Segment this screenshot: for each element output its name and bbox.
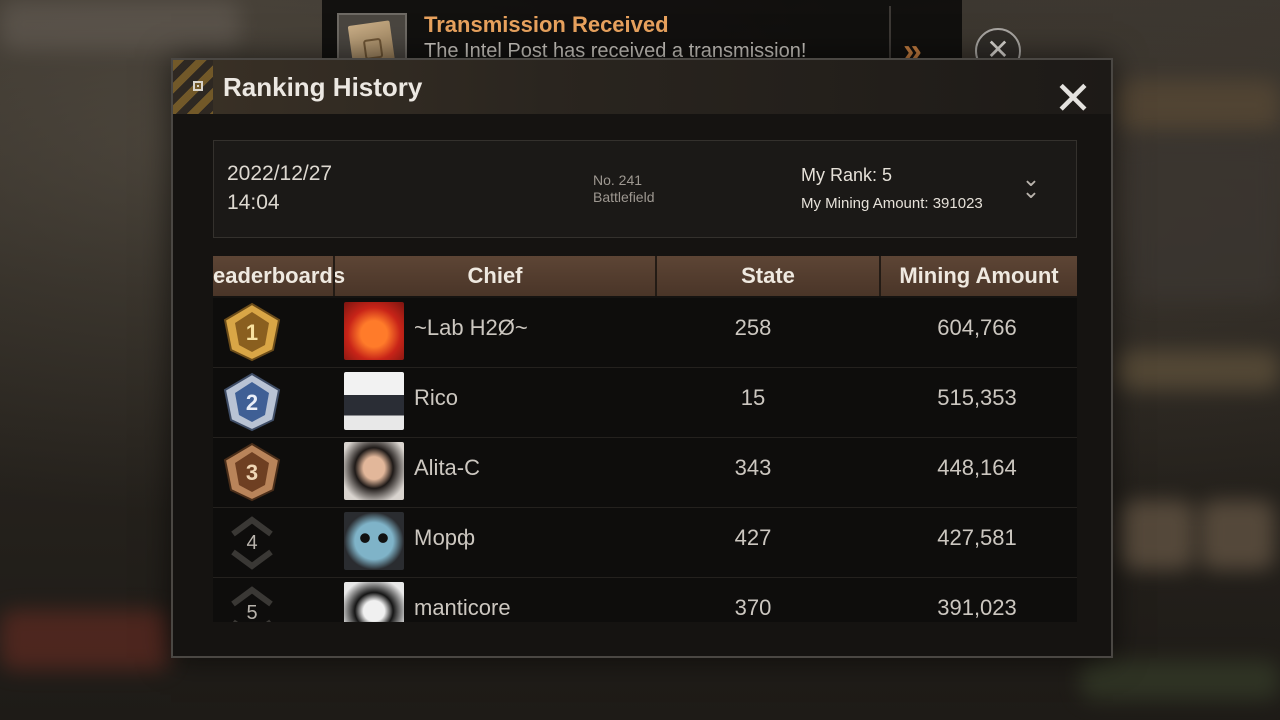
double-chevron-down-icon[interactable]: ⌄ ⌄ xyxy=(1018,168,1044,202)
table-row[interactable]: 3 Alita-C 343 448,164 xyxy=(213,438,1077,508)
mining-value: 448,164 xyxy=(937,455,1017,480)
table-row[interactable]: 2 Rico 15 515,353 xyxy=(213,368,1077,438)
header-leaderboards: eaderboards xyxy=(213,263,346,288)
state-value: 370 xyxy=(734,595,772,620)
table-header: eaderboards Chief State Mining Amount xyxy=(213,256,1077,296)
state-value: 343 xyxy=(734,455,772,480)
rank-number: 2 xyxy=(246,390,258,415)
table-row[interactable]: 1 ~Lab H2Ø~ 258 604,766 xyxy=(213,298,1077,368)
ranking-info-box[interactable]: 2022/12/27 14:04 No. 241 Battlefield My … xyxy=(213,140,1077,238)
chief-name[interactable]: ~Lab H2Ø~ xyxy=(414,315,528,341)
my-rank: My Rank: 5 xyxy=(801,165,893,185)
season-name: Battlefield xyxy=(593,189,655,205)
mining-value: 427,581 xyxy=(937,525,1017,550)
chief-name[interactable]: Морф xyxy=(414,525,475,551)
panel-header: Ranking History xyxy=(173,60,1111,114)
my-mining-amount: My Mining Amount: 391023 xyxy=(801,195,983,212)
record-time: 14:04 xyxy=(227,191,280,214)
chief-name[interactable]: manticore xyxy=(414,595,511,621)
plain-rank-badge-icon: 4 xyxy=(231,516,273,570)
notification-title: Transmission Received xyxy=(424,12,669,37)
rank-number: 3 xyxy=(246,460,258,485)
chief-name[interactable]: Rico xyxy=(414,385,458,411)
rank-number: 4 xyxy=(246,532,257,554)
record-date: 2022/12/27 xyxy=(227,162,333,185)
season-info: No. 241 Battlefield xyxy=(593,172,654,206)
panel-title: Ranking History xyxy=(223,72,423,102)
panel-close-button[interactable]: ✕ xyxy=(1053,75,1093,121)
season-number: No. 241 xyxy=(593,172,643,188)
avatar[interactable] xyxy=(344,302,404,360)
silver-rank-badge-icon: 2 xyxy=(223,372,281,432)
state-value: 258 xyxy=(734,315,772,340)
table-row[interactable]: 4 Морф 427 427,581 xyxy=(213,508,1077,578)
rank-number: 1 xyxy=(246,320,258,345)
plain-rank-badge-icon: 5 xyxy=(231,586,273,622)
gold-rank-badge-icon: 1 xyxy=(223,302,281,362)
leaderboard-table: eaderboards Chief State Mining Amount 1 … xyxy=(213,256,1077,622)
record-datetime: 2022/12/27 14:04 xyxy=(227,159,332,217)
mining-value: 515,353 xyxy=(937,385,1017,410)
rank-number: 5 xyxy=(246,602,257,622)
chief-name[interactable]: Alita-C xyxy=(414,455,480,481)
avatar[interactable] xyxy=(344,582,404,622)
header-mining-amount: Mining Amount xyxy=(899,263,1059,288)
header-bullet-icon xyxy=(193,81,203,91)
mining-value: 391,023 xyxy=(937,595,1017,620)
avatar[interactable] xyxy=(344,372,404,430)
mining-value: 604,766 xyxy=(937,315,1017,340)
header-chief: Chief xyxy=(467,263,523,288)
ranking-history-panel: Ranking History ✕ 2022/12/27 14:04 No. 2… xyxy=(171,58,1113,658)
state-value: 427 xyxy=(734,525,772,550)
avatar[interactable] xyxy=(344,512,404,570)
avatar[interactable] xyxy=(344,442,404,500)
header-state: State xyxy=(741,263,795,288)
table-row[interactable]: 5 manticore 370 391,023 xyxy=(213,578,1077,622)
state-value: 15 xyxy=(740,385,766,410)
bronze-rank-badge-icon: 3 xyxy=(223,442,281,502)
